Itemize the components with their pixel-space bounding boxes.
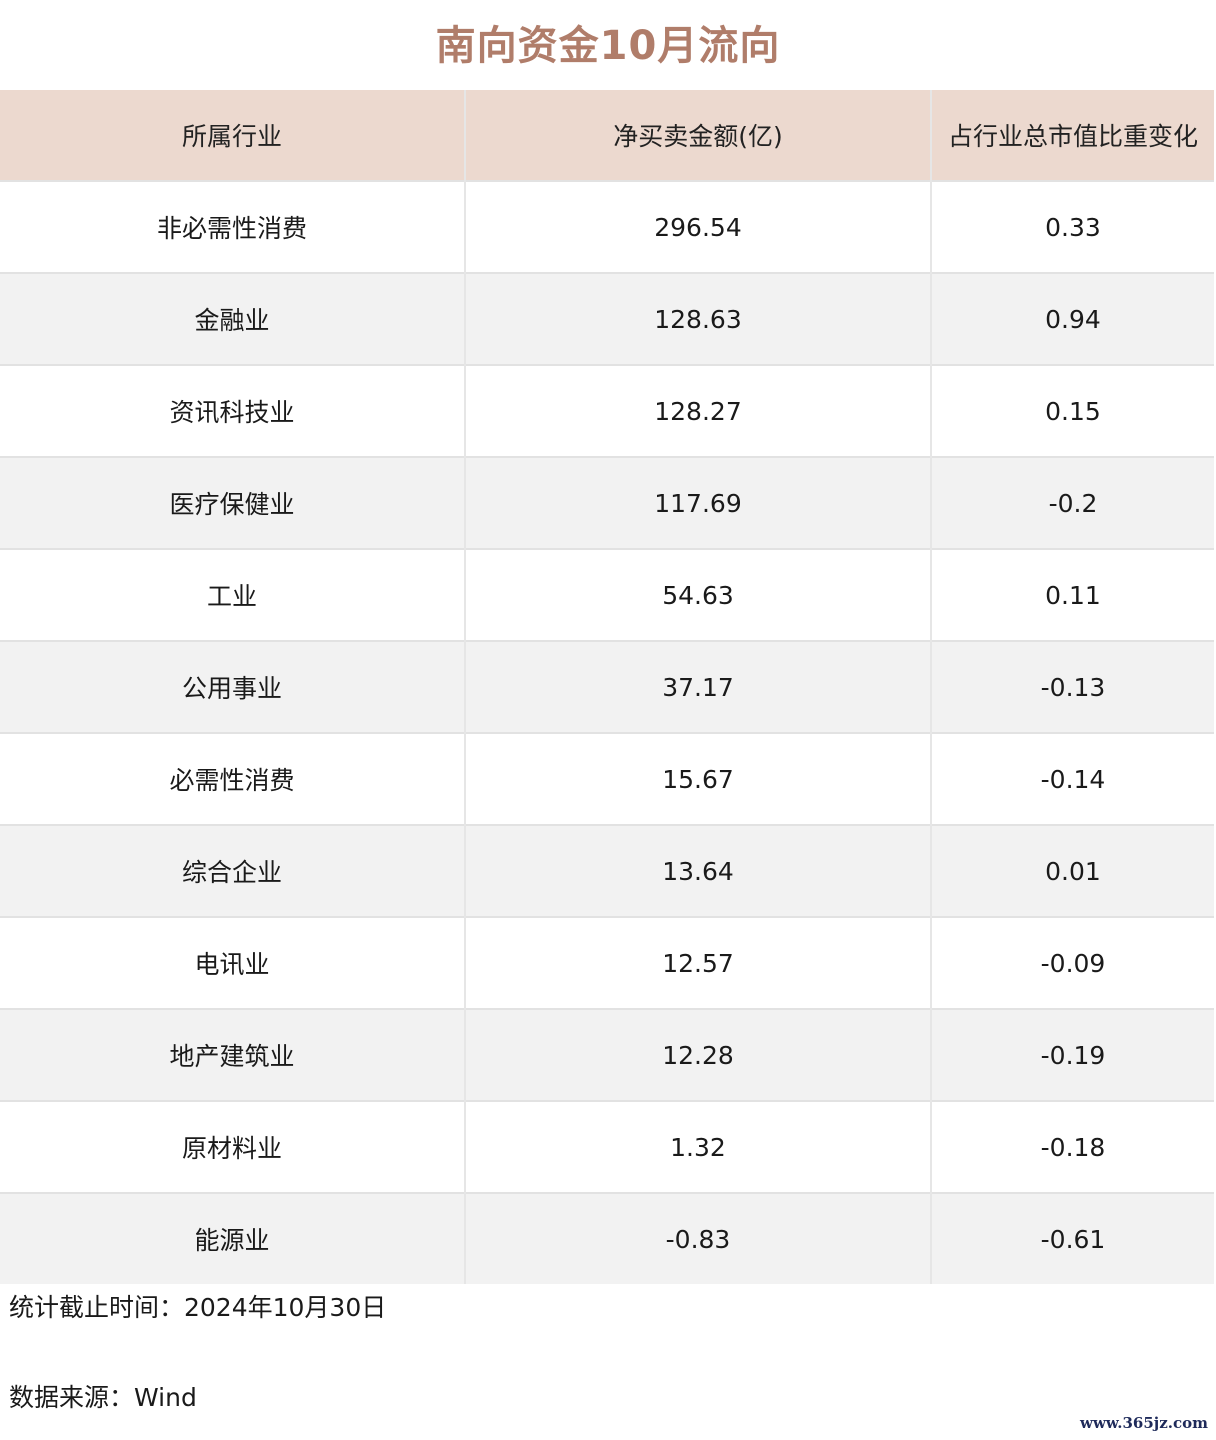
fund-flow-table: 所属行业 净买卖金额(亿) 占行业总市值比重变化 非必需性消费 296.54 0…	[0, 90, 1214, 1284]
cell-weight-change: -0.14	[931, 733, 1214, 825]
table-row: 地产建筑业 12.28 -0.19	[0, 1009, 1214, 1101]
header-industry: 所属行业	[0, 90, 466, 181]
cell-net-amount: 128.27	[465, 365, 932, 457]
table-row: 必需性消费 15.67 -0.14	[0, 733, 1214, 825]
table-row: 非必需性消费 296.54 0.33	[0, 181, 1214, 273]
cell-industry: 地产建筑业	[0, 1009, 466, 1101]
cell-net-amount: 12.57	[465, 917, 932, 1009]
cell-weight-change: 0.33	[931, 181, 1214, 273]
cell-weight-change: 0.11	[931, 549, 1214, 641]
cell-industry: 工业	[0, 549, 466, 641]
cell-industry: 电讯业	[0, 917, 466, 1009]
table-row: 原材料业 1.32 -0.18	[0, 1101, 1214, 1193]
cell-industry: 金融业	[0, 273, 466, 365]
cell-industry: 能源业	[0, 1193, 466, 1284]
cell-industry: 原材料业	[0, 1101, 466, 1193]
cell-weight-change: 0.94	[931, 273, 1214, 365]
cell-net-amount: 13.64	[465, 825, 932, 917]
cell-net-amount: 15.67	[465, 733, 932, 825]
site-watermark: www.365jz.com	[1080, 1414, 1208, 1432]
cell-weight-change: -0.13	[931, 641, 1214, 733]
table-row: 综合企业 13.64 0.01	[0, 825, 1214, 917]
table-row: 能源业 -0.83 -0.61	[0, 1193, 1214, 1284]
cell-net-amount: -0.83	[465, 1193, 932, 1284]
table-row: 医疗保健业 117.69 -0.2	[0, 457, 1214, 549]
cell-industry: 医疗保健业	[0, 457, 466, 549]
stat-date-note: 统计截止时间：2024年10月30日	[9, 1293, 387, 1322]
cell-net-amount: 1.32	[465, 1101, 932, 1193]
cell-industry: 资讯科技业	[0, 365, 466, 457]
cell-industry: 非必需性消费	[0, 181, 466, 273]
header-weight-change: 占行业总市值比重变化	[931, 90, 1214, 181]
cell-weight-change: -0.09	[931, 917, 1214, 1009]
cell-industry: 公用事业	[0, 641, 466, 733]
cell-weight-change: -0.61	[931, 1193, 1214, 1284]
page-title: 南向资金10月流向	[435, 23, 781, 69]
cell-industry: 综合企业	[0, 825, 466, 917]
cell-weight-change: 0.01	[931, 825, 1214, 917]
cell-net-amount: 128.63	[465, 273, 932, 365]
table-header-row: 所属行业 净买卖金额(亿) 占行业总市值比重变化	[0, 90, 1214, 181]
cell-weight-change: -0.2	[931, 457, 1214, 549]
cell-industry: 必需性消费	[0, 733, 466, 825]
cell-net-amount: 54.63	[465, 549, 932, 641]
cell-net-amount: 296.54	[465, 181, 932, 273]
cell-net-amount: 37.17	[465, 641, 932, 733]
cell-weight-change: -0.18	[931, 1101, 1214, 1193]
table-row: 资讯科技业 128.27 0.15	[0, 365, 1214, 457]
table-row: 公用事业 37.17 -0.13	[0, 641, 1214, 733]
cell-weight-change: -0.19	[931, 1009, 1214, 1101]
cell-net-amount: 117.69	[465, 457, 932, 549]
table-row: 金融业 128.63 0.94	[0, 273, 1214, 365]
cell-net-amount: 12.28	[465, 1009, 932, 1101]
table-row: 电讯业 12.57 -0.09	[0, 917, 1214, 1009]
table-row: 工业 54.63 0.11	[0, 549, 1214, 641]
data-source-note: 数据来源：Wind	[9, 1383, 197, 1412]
cell-weight-change: 0.15	[931, 365, 1214, 457]
header-net-amount: 净买卖金额(亿)	[465, 90, 932, 181]
